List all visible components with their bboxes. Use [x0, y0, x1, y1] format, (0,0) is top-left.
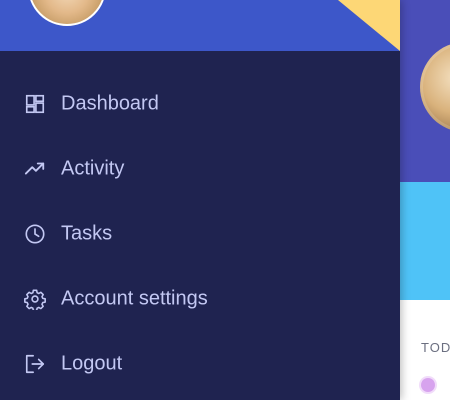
menu-item-label: Activity	[61, 157, 125, 179]
clock-icon	[24, 223, 46, 245]
menu-item-label: Tasks	[61, 222, 113, 244]
menu-item-label: Logout	[61, 352, 123, 374]
menu-item-dashboard[interactable]: Dashboard	[0, 71, 400, 136]
drawer-header	[0, 0, 400, 51]
gear-icon	[24, 288, 46, 310]
menu-item-logout[interactable]: Logout	[0, 331, 400, 396]
logout-icon	[24, 353, 46, 375]
background-section-label: TODA	[421, 340, 450, 355]
header-corner-decoration	[338, 0, 400, 51]
trending-up-icon	[24, 158, 46, 180]
menu-item-label: Account settings	[61, 287, 208, 309]
drawer-menu: Dashboard Activity Tasks Account setting…	[0, 71, 400, 396]
menu-item-account-settings[interactable]: Account settings	[0, 266, 400, 331]
dashboard-icon	[24, 93, 46, 115]
menu-item-activity[interactable]: Activity	[0, 136, 400, 201]
avatar[interactable]	[28, 0, 106, 26]
menu-item-tasks[interactable]: Tasks	[0, 201, 400, 266]
navigation-drawer: Dashboard Activity Tasks Account setting…	[0, 0, 400, 400]
menu-item-label: Dashboard	[61, 92, 159, 114]
app-screen: TODA Dashboard	[0, 0, 450, 400]
timeline-dot	[421, 378, 435, 392]
